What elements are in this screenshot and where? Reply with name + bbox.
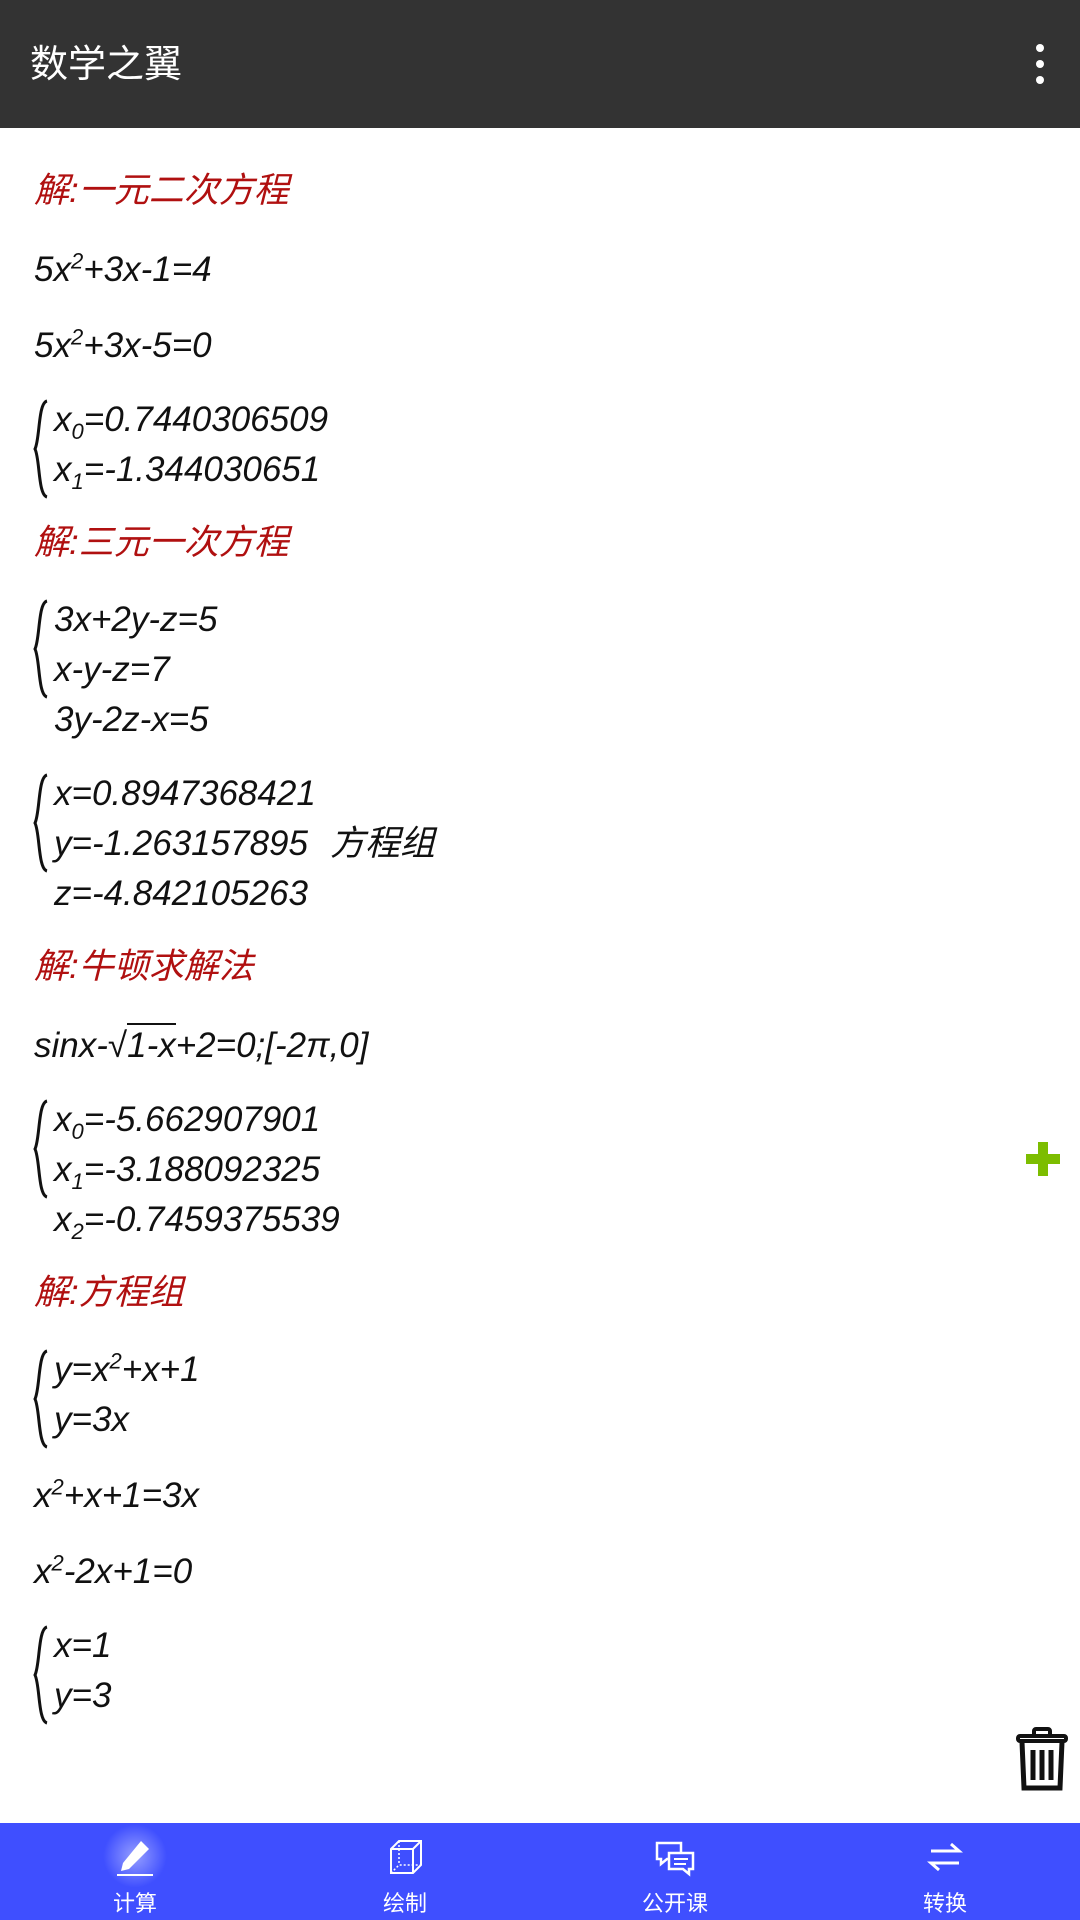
tab-label: 转换 xyxy=(922,1892,967,1917)
brace-icon xyxy=(33,1099,48,1199)
equation-system: 3x+2y-z=5 x-y-z=7 3y-2z-x=5 xyxy=(33,595,1014,745)
equation-line: x2+x+1=3x xyxy=(34,1474,199,1515)
result-row: x0=0.7440306509 xyxy=(54,400,329,444)
section-title-quadratic: 解:一元二次方程 xyxy=(34,171,289,210)
result-row: x0=-5.662907901 xyxy=(54,1100,321,1144)
tab-label: 计算 xyxy=(112,1892,157,1917)
result-system: x0=0.7440306509 x1=-1.344030651 xyxy=(33,395,1014,499)
bottom-navigation: 计算 绘制 公开课 转换 xyxy=(0,1823,1080,1920)
section-title-linear-system: 解:三元一次方程 xyxy=(34,523,289,562)
result-note: 方程组 xyxy=(329,824,435,863)
result-row: z=-4.842105263 xyxy=(54,874,308,913)
system-row: 3y-2z-x=5 xyxy=(54,700,209,739)
result-row: x2=-0.7459375539 xyxy=(54,1200,340,1244)
result-row: x1=-1.344030651 xyxy=(54,450,321,494)
tab-calculate[interactable]: 计算 xyxy=(0,1823,270,1920)
chat-icon xyxy=(655,1841,695,1877)
section-title-equation-group: 解:方程组 xyxy=(34,1273,184,1312)
equation-line: 5x2+3x-1=4 xyxy=(34,248,212,289)
tab-label: 公开课 xyxy=(641,1892,708,1917)
results-list: 解:一元二次方程 5x2+3x-1=4 5x2+3x-5=0 x0=0.7440… xyxy=(33,128,1014,1725)
trash-icon[interactable] xyxy=(1014,1726,1070,1792)
brace-icon xyxy=(33,599,48,699)
system-row: 3x+2y-z=5 xyxy=(54,600,218,639)
equation-line: x2-2x+1=0 xyxy=(34,1550,193,1591)
result-row: x=0.8947368421 xyxy=(54,774,316,813)
tab-convert[interactable]: 转换 xyxy=(810,1823,1080,1920)
app-bar: 数学之翼 xyxy=(0,0,1080,128)
add-icon[interactable] xyxy=(1024,1140,1062,1178)
result-row: y=3 xyxy=(54,1676,112,1715)
result-row: y=-1.263157895 方程组 xyxy=(54,824,435,863)
result-row: x1=-3.188092325 xyxy=(54,1150,321,1194)
brace-icon xyxy=(33,399,48,499)
more-options-icon[interactable] xyxy=(1034,44,1046,84)
system-row: y=x2+x+1 xyxy=(54,1348,200,1389)
result-system: x=1 y=3 xyxy=(33,1621,1014,1725)
section-title-newton: 解:牛顿求解法 xyxy=(34,947,254,986)
brace-icon xyxy=(33,1625,48,1725)
equation-system: y=x2+x+1 y=3x xyxy=(33,1345,1014,1449)
result-system: x0=-5.662907901 x1=-3.188092325 x2=-0.74… xyxy=(33,1095,1014,1245)
pencil-icon xyxy=(117,1841,153,1876)
equation-line: 5x2+3x-5=0 xyxy=(34,324,212,365)
result-system: x=0.8947368421 y=-1.263157895 方程组 z=-4.84… xyxy=(33,769,1014,919)
tab-draw[interactable]: 绘制 xyxy=(270,1823,540,1920)
app-title: 数学之翼 xyxy=(30,42,183,86)
brace-icon xyxy=(33,773,48,873)
system-row: x-y-z=7 xyxy=(54,650,170,689)
swap-icon xyxy=(927,1842,963,1872)
equation-line: sinx-√1-x+2=0;[-2π,0] xyxy=(34,1021,1014,1071)
cube-icon xyxy=(390,1840,422,1874)
system-row: y=3x xyxy=(54,1400,129,1439)
result-row: x=1 xyxy=(54,1626,112,1665)
tab-open-course[interactable]: 公开课 xyxy=(540,1823,810,1920)
brace-icon xyxy=(33,1349,48,1449)
tab-label: 绘制 xyxy=(382,1892,427,1917)
